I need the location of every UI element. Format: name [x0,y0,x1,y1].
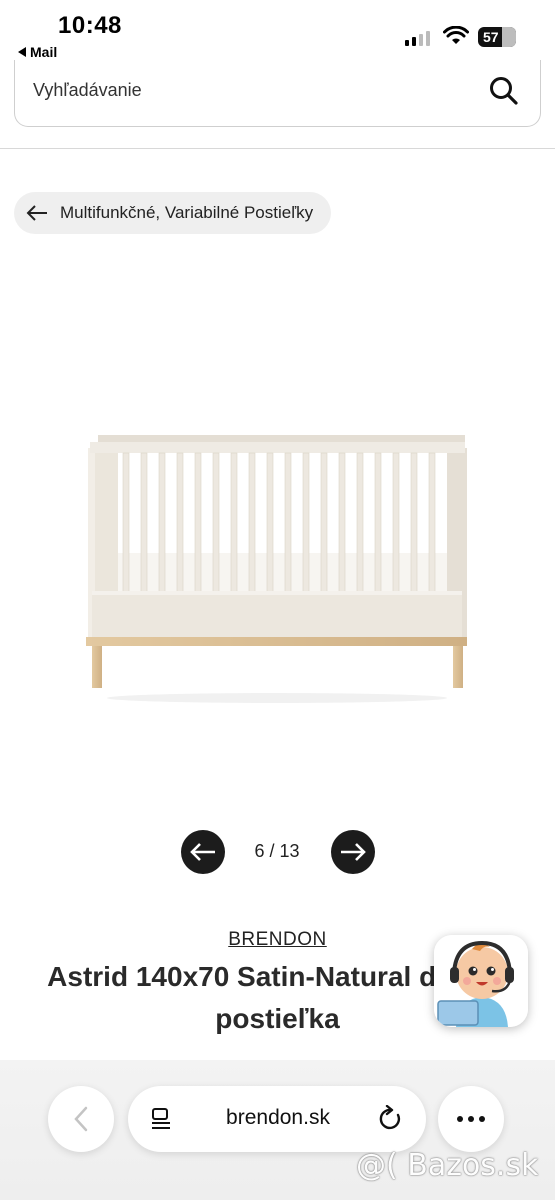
url-text[interactable]: brendon.sk [198,1106,358,1130]
more-dot-icon [479,1116,485,1122]
arrow-left-icon [190,843,215,861]
arrow-left-icon [26,205,47,221]
next-image-button[interactable] [331,830,375,874]
header-divider [0,148,555,149]
reader-mode-icon[interactable] [150,1107,174,1131]
more-dot-icon [457,1116,463,1122]
chevron-left-icon [74,1106,88,1132]
back-to-mail-link[interactable]: Mail [18,44,57,60]
watermark: @( Bazos.sk [356,1148,539,1183]
image-counter: 6 / 13 [254,841,300,861]
reload-icon[interactable] [378,1105,404,1133]
status-bar: 10:48 Mail 57 [0,0,555,66]
more-options-button[interactable] [438,1086,504,1152]
search-bar [14,60,541,127]
back-app-label: Mail [30,44,58,60]
product-image-crib[interactable] [80,420,475,710]
baby-avatar-icon [434,935,528,1027]
wifi-icon [443,26,469,44]
more-dot-icon [468,1116,474,1122]
breadcrumb-label: Multifunkčné, Variabilné Postieľky [60,203,314,222]
previous-image-button[interactable] [181,830,225,874]
gallery-pagination: 6 / 13 [0,830,555,874]
breadcrumb-back-button[interactable]: Multifunkčné, Variabilné Postieľky [14,192,332,234]
arrow-right-icon [341,843,366,861]
address-bar[interactable]: brendon.sk [128,1086,426,1152]
search-icon[interactable] [488,75,520,107]
browser-back-button[interactable] [48,1086,114,1152]
battery-level: 57 [483,29,499,45]
chat-support-avatar[interactable] [434,935,528,1027]
back-triangle-icon [18,47,26,57]
search-input[interactable] [33,80,453,101]
status-time: 10:48 [58,12,122,39]
battery-icon: 57 [478,27,516,47]
cellular-signal-icon [405,30,430,46]
